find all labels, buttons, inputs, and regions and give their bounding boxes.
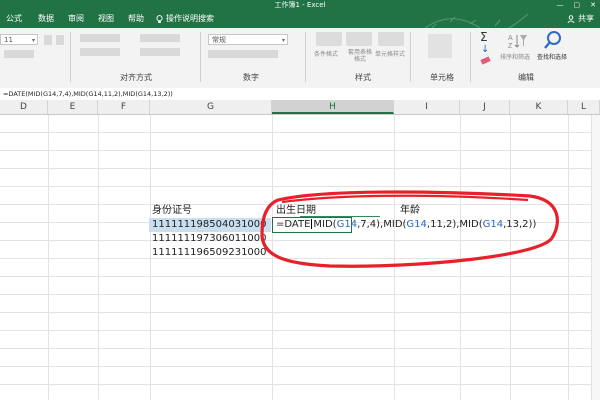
cell-g13-header-id[interactable]: 身份证号: [152, 204, 192, 218]
autosum-icon[interactable]: Σ: [480, 30, 488, 44]
cell-reference-token: G14: [336, 219, 358, 230]
vertical-scrollbar[interactable]: [591, 115, 600, 400]
number-format-icons[interactable]: [208, 50, 278, 58]
number-format-combo[interactable]: 常规 ▾: [208, 34, 288, 45]
insert-delete-icon[interactable]: [428, 34, 452, 58]
column-header-k[interactable]: K: [510, 100, 568, 114]
column-header-l[interactable]: L: [568, 100, 600, 114]
format-table-icon[interactable]: [346, 32, 372, 46]
tab-review[interactable]: 审阅: [68, 10, 84, 28]
maximize-button[interactable]: ▢: [574, 0, 581, 10]
cell-g14-id[interactable]: 111111198504031000: [152, 218, 267, 232]
group-label-editing: 编辑: [518, 73, 534, 82]
conditional-format-icon[interactable]: [316, 32, 342, 46]
group-label-number: 数字: [243, 73, 259, 82]
font-style-icons[interactable]: [4, 50, 34, 58]
formula-token: =DATE: [276, 219, 311, 230]
share-label: 共享: [578, 14, 594, 23]
share-button[interactable]: 共享: [567, 10, 594, 28]
formula-token: ,11,2),MID(: [426, 219, 483, 230]
number-format-value: 常规: [212, 36, 226, 44]
cell-styles-icon[interactable]: [378, 32, 404, 46]
sort-filter-icon[interactable]: A Z: [508, 32, 528, 50]
font-size-value: 11: [4, 36, 13, 44]
formula-token: MID(: [313, 219, 337, 230]
window-title: 工作簿1 - Excel: [274, 1, 326, 9]
cell-reference-token: G14: [406, 219, 427, 230]
column-header-i[interactable]: I: [394, 100, 460, 114]
title-bar: 工作簿1 - Excel — ▢ ✕: [0, 0, 600, 10]
cell-g16-id[interactable]: 111111196509231000: [152, 246, 267, 260]
ribbon-body: 11 ▾ 对齐方式 常规 ▾ 数字 条件格式 套用表格格式 单元格样式 样式 单…: [0, 28, 600, 89]
lightbulb-icon: [156, 14, 163, 23]
window-controls: — ▢ ✕: [557, 0, 597, 10]
wrap-text-icon[interactable]: [140, 34, 180, 42]
group-label-alignment: 对齐方式: [120, 73, 152, 82]
chevron-down-icon: ▾: [281, 37, 285, 44]
tab-view[interactable]: 视图: [98, 10, 114, 28]
column-header-e[interactable]: E: [48, 100, 98, 114]
close-button[interactable]: ✕: [590, 0, 596, 10]
column-header-g[interactable]: G: [150, 100, 272, 114]
tab-help[interactable]: 帮助: [128, 10, 144, 28]
tell-me-label: 操作说明搜索: [166, 14, 214, 23]
tab-formulas[interactable]: 公式: [6, 10, 22, 28]
cell-i13-header-age[interactable]: 年龄: [400, 204, 420, 218]
tell-me-box[interactable]: 操作说明搜索: [156, 10, 214, 28]
person-icon: [567, 15, 575, 23]
find-select-label[interactable]: 查找和选择: [537, 52, 567, 61]
svg-text:A: A: [508, 35, 513, 42]
minimize-button[interactable]: —: [557, 0, 564, 10]
column-header-h[interactable]: H: [272, 100, 394, 114]
formula-token: ,7,4),MID(: [357, 219, 407, 230]
group-label-styles: 样式: [355, 73, 371, 82]
align-horizontal-icons[interactable]: [80, 48, 120, 56]
group-label-cells: 单元格: [430, 73, 454, 82]
shrink-font-icon[interactable]: [56, 35, 64, 45]
eraser-icon[interactable]: [480, 56, 491, 65]
grow-font-icon[interactable]: [44, 35, 52, 45]
merge-center-icon[interactable]: [140, 48, 180, 56]
sort-filter-label[interactable]: 排序和筛选: [500, 52, 530, 61]
align-top-icons[interactable]: [80, 34, 120, 42]
formula-token: ,13,2)): [503, 219, 537, 230]
column-header-d[interactable]: D: [0, 100, 48, 114]
formula-text: =DATE(MID(G14,7,4),MID(G14,11,2),MID(G14…: [3, 90, 173, 98]
conditional-format-label[interactable]: 条件格式: [314, 49, 338, 58]
column-header-j[interactable]: J: [460, 100, 510, 114]
chevron-down-icon: ▾: [31, 37, 35, 44]
cell-styles-label[interactable]: 单元格样式: [375, 49, 405, 58]
svg-text:Z: Z: [508, 43, 513, 50]
font-size-combo[interactable]: 11 ▾: [0, 34, 38, 45]
tab-data[interactable]: 数据: [38, 10, 54, 28]
cell-h14-formula[interactable]: =DATE MID(G14,7,4),MID(G14,11,2),MID(G14,…: [276, 218, 536, 232]
cell-reference-token: G14: [482, 219, 504, 230]
cell-g15-id[interactable]: 111111197306011000: [152, 232, 267, 246]
range-highlight-line: [300, 216, 380, 217]
fill-down-icon[interactable]: ↓: [481, 44, 489, 55]
ribbon-tabs: 公式 数据 审阅 视图 帮助 操作说明搜索 共享: [0, 10, 600, 33]
column-header-f[interactable]: F: [98, 100, 150, 114]
format-table-label[interactable]: 套用表格格式: [346, 49, 374, 63]
search-icon[interactable]: [543, 30, 563, 50]
column-header-row: D E F G H I J K L: [0, 100, 600, 115]
